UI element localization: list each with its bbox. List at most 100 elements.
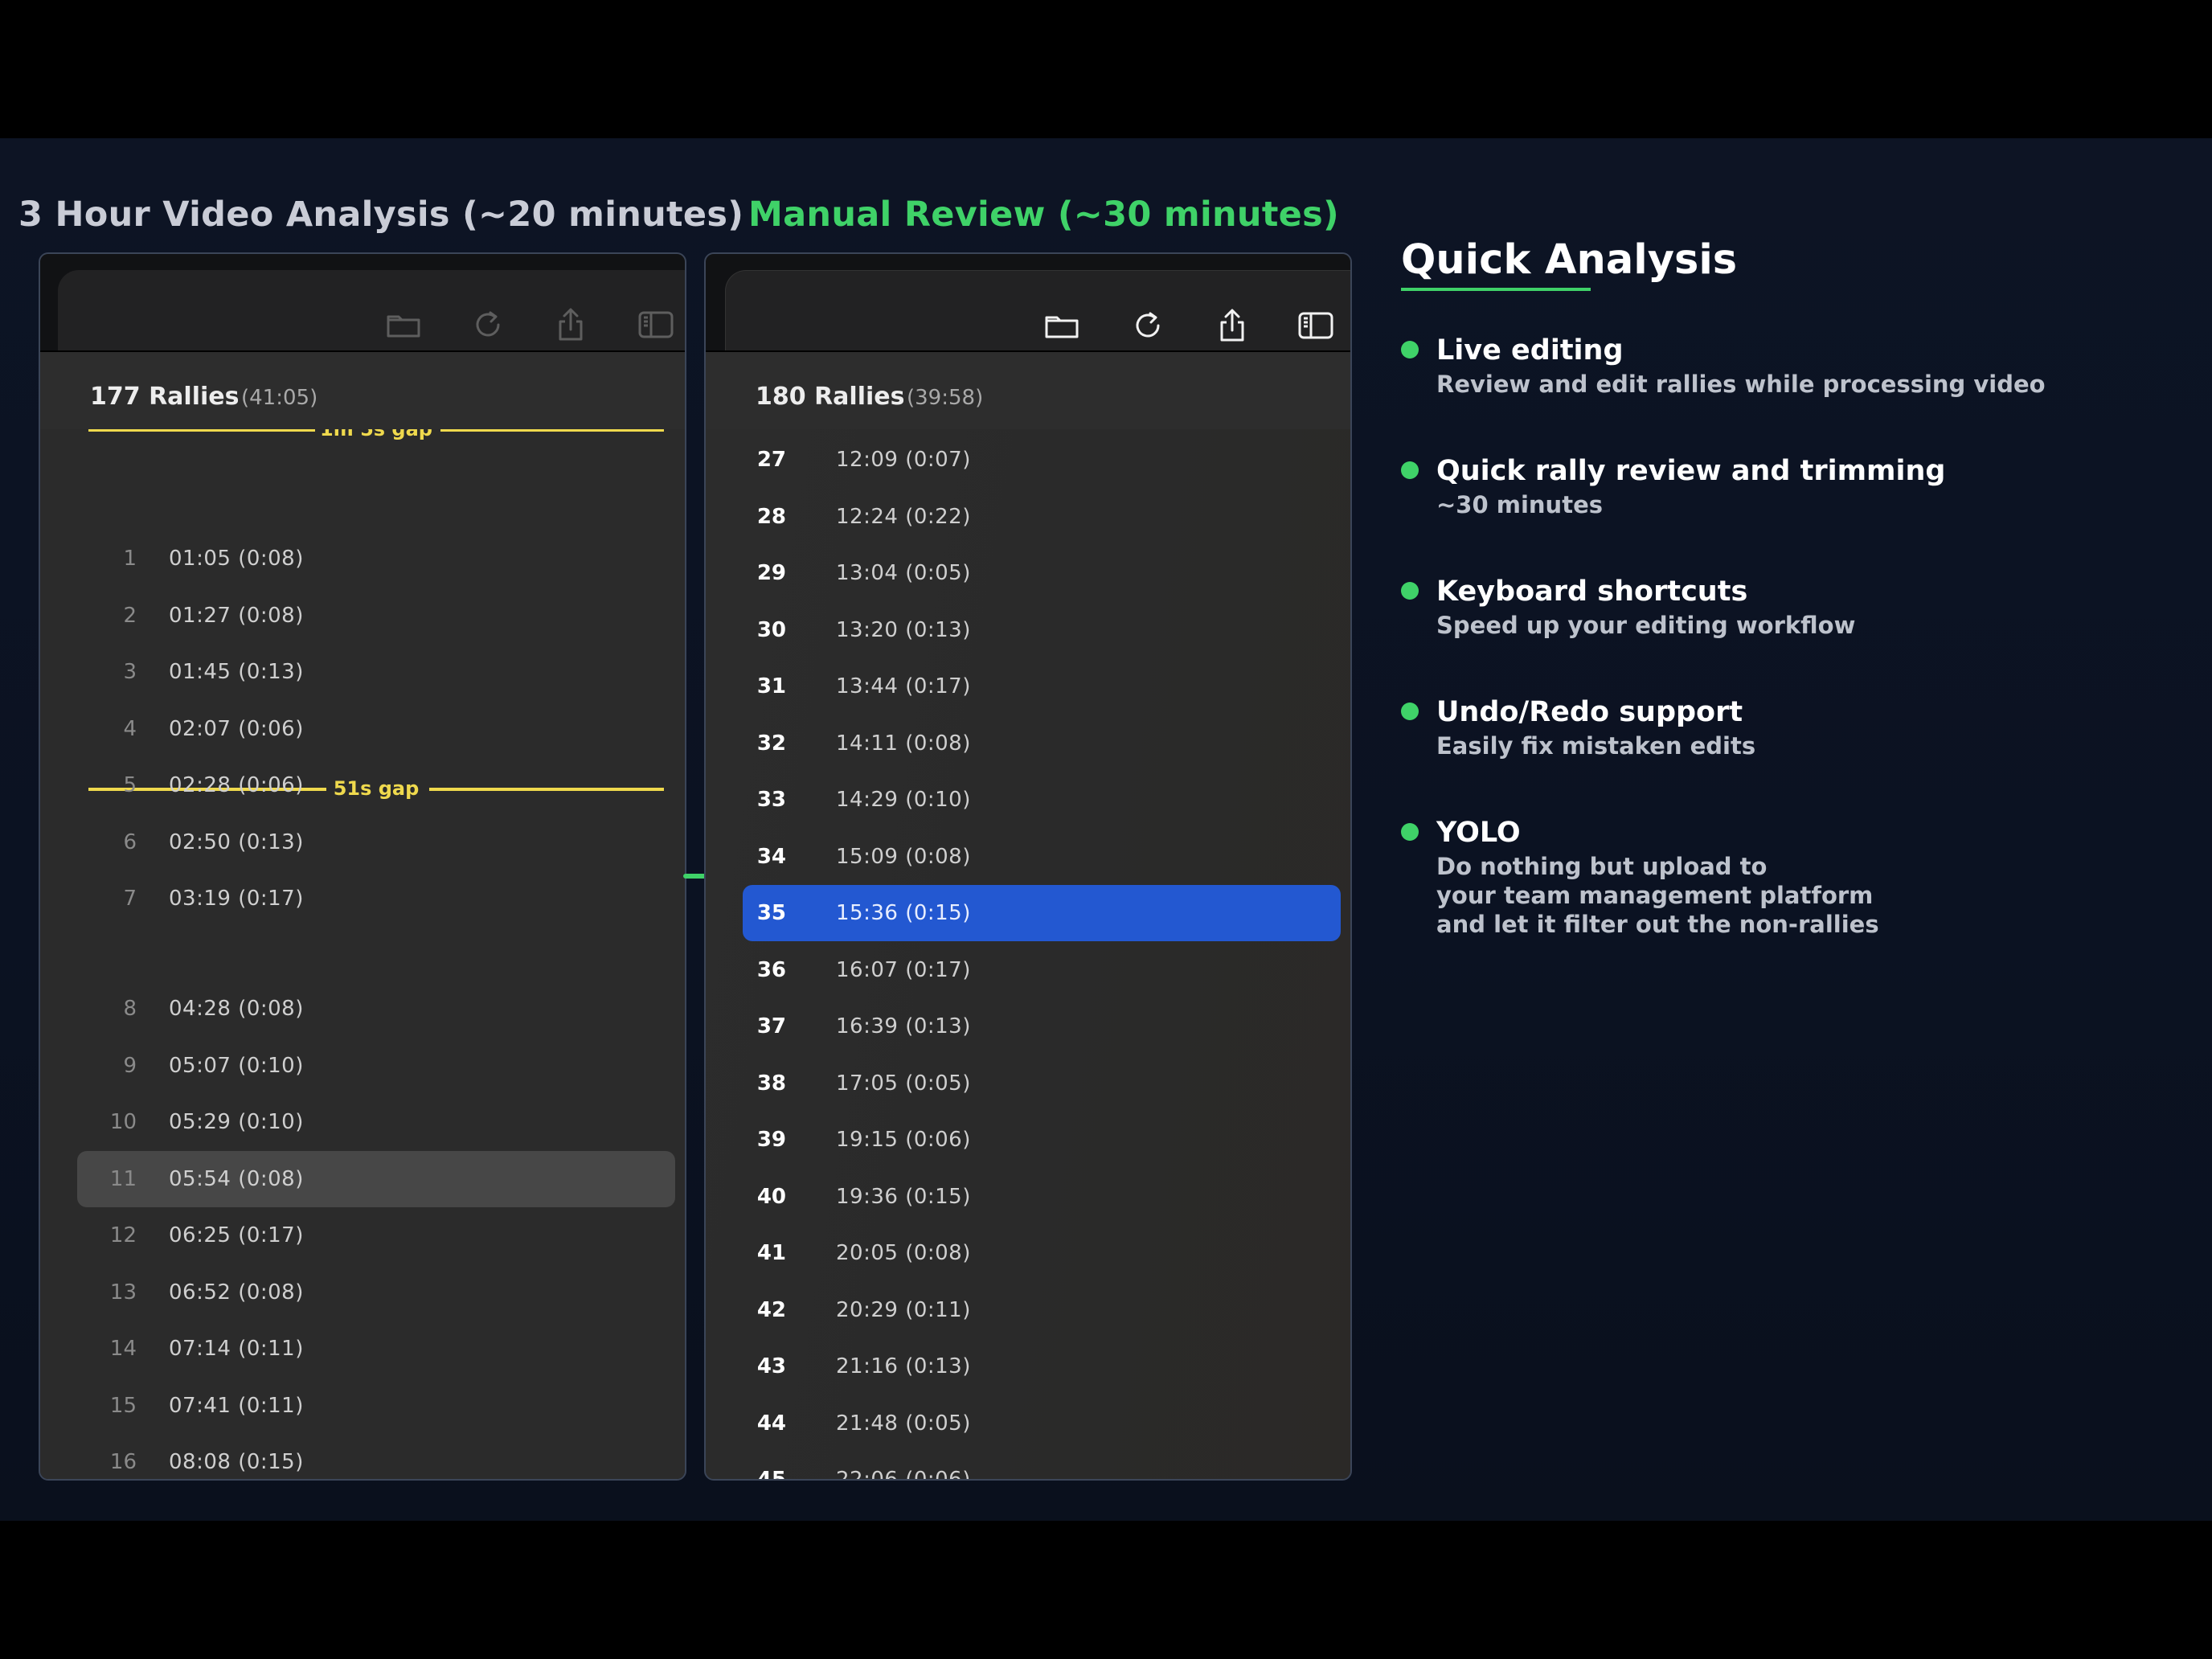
- rally-number: 28: [756, 504, 786, 529]
- rally-row[interactable]: 2 01:27 (0:08): [40, 588, 685, 644]
- bullet-dot-icon: [1401, 461, 1419, 479]
- rally-number: 1: [123, 547, 137, 571]
- rally-number: 10: [109, 1110, 137, 1134]
- rally-row[interactable]: 44 21:48 (0:05): [706, 1395, 1350, 1452]
- rally-row[interactable]: 34 15:09 (0:08): [706, 829, 1350, 885]
- rally-timestamp: 05:54 (0:08): [169, 1166, 304, 1191]
- rally-row[interactable]: 43 21:16 (0:13): [706, 1338, 1350, 1395]
- left-heading: 3 Hour Video Analysis (~20 minutes): [18, 195, 744, 235]
- rally-row[interactable]: 11 05:54 (0:08): [40, 1150, 685, 1207]
- rally-number: 45: [730, 1452, 786, 1479]
- rally-timestamp: 19:15 (0:06): [836, 1128, 971, 1152]
- rally-number: 16: [109, 1450, 137, 1474]
- rally-row[interactable]: 28 12:24 (0:22): [706, 489, 1350, 545]
- rally-row[interactable]: 14 07:14 (0:11): [40, 1321, 685, 1377]
- rally-row[interactable]: 8 04:28 (0:08): [40, 981, 685, 1037]
- folder-icon[interactable]: [1043, 306, 1081, 345]
- rally-list[interactable]: 27 12:09 (0:07) 28 12:24 (0:22) 29 13:04 (0:0…: [706, 429, 1350, 1479]
- toolbar-surface: [58, 270, 685, 350]
- list-header: 180 Rallies (39:58): [706, 352, 1350, 429]
- rally-timestamp: 02:07 (0:06): [169, 716, 304, 741]
- rally-row[interactable]: 13 06:52 (0:08): [40, 1264, 685, 1321]
- feature-title: Keyboard shortcuts: [1436, 576, 1748, 608]
- rally-row[interactable]: 12 06:25 (0:17): [40, 1207, 685, 1264]
- folder-icon[interactable]: [384, 305, 423, 344]
- rally-row[interactable]: 7 03:19 (0:17): [40, 870, 685, 927]
- rally-row[interactable]: 38 17:05 (0:05): [706, 1055, 1350, 1112]
- total-duration: (39:58): [907, 386, 984, 410]
- rally-number: 37: [756, 1014, 786, 1038]
- bullet-dot-icon: [1401, 341, 1419, 358]
- rally-row[interactable]: 45 22:06 (0:06): [706, 1452, 1350, 1479]
- refresh-icon[interactable]: [469, 305, 508, 344]
- list-header: 177 Rallies (41:05): [40, 352, 685, 429]
- rally-number: 30: [756, 617, 786, 642]
- rally-row[interactable]: 6 02:50 (0:13): [40, 814, 685, 870]
- rally-timestamp: 14:29 (0:10): [836, 788, 971, 812]
- rally-number: 34: [756, 844, 786, 869]
- rally-row[interactable]: 35 15:36 (0:15): [706, 885, 1350, 941]
- rally-timestamp: 13:44 (0:17): [836, 674, 971, 698]
- rally-row[interactable]: 42 20:29 (0:11): [706, 1282, 1350, 1338]
- rally-count: 180 Rallies: [756, 383, 905, 411]
- summary-title: Quick Analysis: [1401, 236, 1738, 284]
- rally-row[interactable]: 10 05:29 (0:10): [40, 1094, 685, 1150]
- feature-description: ~30 minutes: [1436, 491, 1603, 518]
- rally-row[interactable]: 27 12:09 (0:07): [706, 432, 1350, 488]
- rally-timestamp: 06:52 (0:08): [169, 1280, 304, 1305]
- rally-row[interactable]: 1 01:05 (0:08): [40, 530, 685, 587]
- rally-timestamp: 02:28 (0:06): [169, 773, 304, 797]
- rally-number: 42: [756, 1297, 786, 1322]
- rally-number: 31: [756, 674, 786, 698]
- rally-number: 41: [756, 1241, 786, 1265]
- refresh-icon[interactable]: [1129, 306, 1168, 345]
- rally-timestamp: 17:05 (0:05): [836, 1071, 971, 1096]
- rally-number: 8: [123, 997, 137, 1021]
- slide-background: 3 Hour Video Analysis (~20 minutes) Manu…: [0, 138, 2212, 1521]
- rally-row[interactable]: 31 13:44 (0:17): [706, 658, 1350, 715]
- sidebar-icon[interactable]: [637, 305, 675, 344]
- rally-row[interactable]: 39 19:15 (0:06): [706, 1112, 1350, 1168]
- rally-row[interactable]: 40 19:36 (0:15): [706, 1169, 1350, 1225]
- rally-number: 14: [109, 1337, 137, 1361]
- rally-timestamp: 03:19 (0:17): [169, 887, 304, 911]
- rally-timestamp: 01:27 (0:08): [169, 603, 304, 628]
- rally-timestamp: 22:06 (0:06): [836, 1452, 971, 1479]
- rally-number: 33: [756, 788, 786, 812]
- rally-number: 43: [756, 1354, 786, 1378]
- rally-row[interactable]: 30 13:20 (0:13): [706, 602, 1350, 658]
- rally-number: 2: [123, 603, 137, 628]
- rally-row[interactable]: 29 13:04 (0:05): [706, 545, 1350, 601]
- rally-row[interactable]: 9 05:07 (0:10): [40, 1038, 685, 1094]
- rally-number: 35: [756, 901, 786, 925]
- rally-row[interactable]: 36 16:07 (0:17): [706, 942, 1350, 998]
- rally-row[interactable]: 37 16:39 (0:13): [706, 998, 1350, 1055]
- rally-timestamp: 14:11 (0:08): [836, 731, 971, 756]
- rally-row[interactable]: 4 02:07 (0:06): [40, 701, 685, 757]
- rally-row[interactable]: 41 20:05 (0:08): [706, 1225, 1350, 1281]
- rally-row[interactable]: 16 08:08 (0:15): [40, 1434, 685, 1479]
- share-icon[interactable]: [1213, 306, 1251, 345]
- rally-timestamp: 12:09 (0:07): [836, 448, 971, 472]
- rally-number: 39: [756, 1128, 786, 1152]
- rally-row[interactable]: 3 01:45 (0:13): [40, 644, 685, 700]
- rally-number: 27: [756, 448, 786, 472]
- sidebar-icon[interactable]: [1296, 306, 1335, 345]
- rally-list[interactable]: 1m 5s gap 1 01:05 (0:08) 2 01:27 (0:08) 3 01:4…: [40, 429, 685, 1479]
- rally-number: 15: [109, 1393, 137, 1418]
- rally-number: 6: [123, 830, 137, 854]
- bullet-dot-icon: [1401, 582, 1419, 600]
- rally-number: 9: [123, 1053, 137, 1078]
- share-icon[interactable]: [551, 305, 590, 344]
- rally-timestamp: 05:29 (0:10): [169, 1110, 304, 1134]
- bullet-dot-icon: [1401, 703, 1419, 720]
- rally-row[interactable]: 32 14:11 (0:08): [706, 715, 1350, 772]
- rally-row[interactable]: 15 07:41 (0:11): [40, 1378, 685, 1434]
- rally-timestamp: 01:05 (0:08): [169, 547, 304, 571]
- rally-count: 177 Rallies: [90, 383, 240, 411]
- feature-title: Quick rally review and trimming: [1436, 455, 1946, 487]
- right-app-window: 180 Rallies (39:58) 27 12:09 (0:07) 28 12:2…: [704, 252, 1352, 1481]
- rally-row[interactable]: 33 14:29 (0:10): [706, 772, 1350, 828]
- bullet-dot-icon: [1401, 823, 1419, 841]
- rally-timestamp: 13:20 (0:13): [836, 617, 971, 642]
